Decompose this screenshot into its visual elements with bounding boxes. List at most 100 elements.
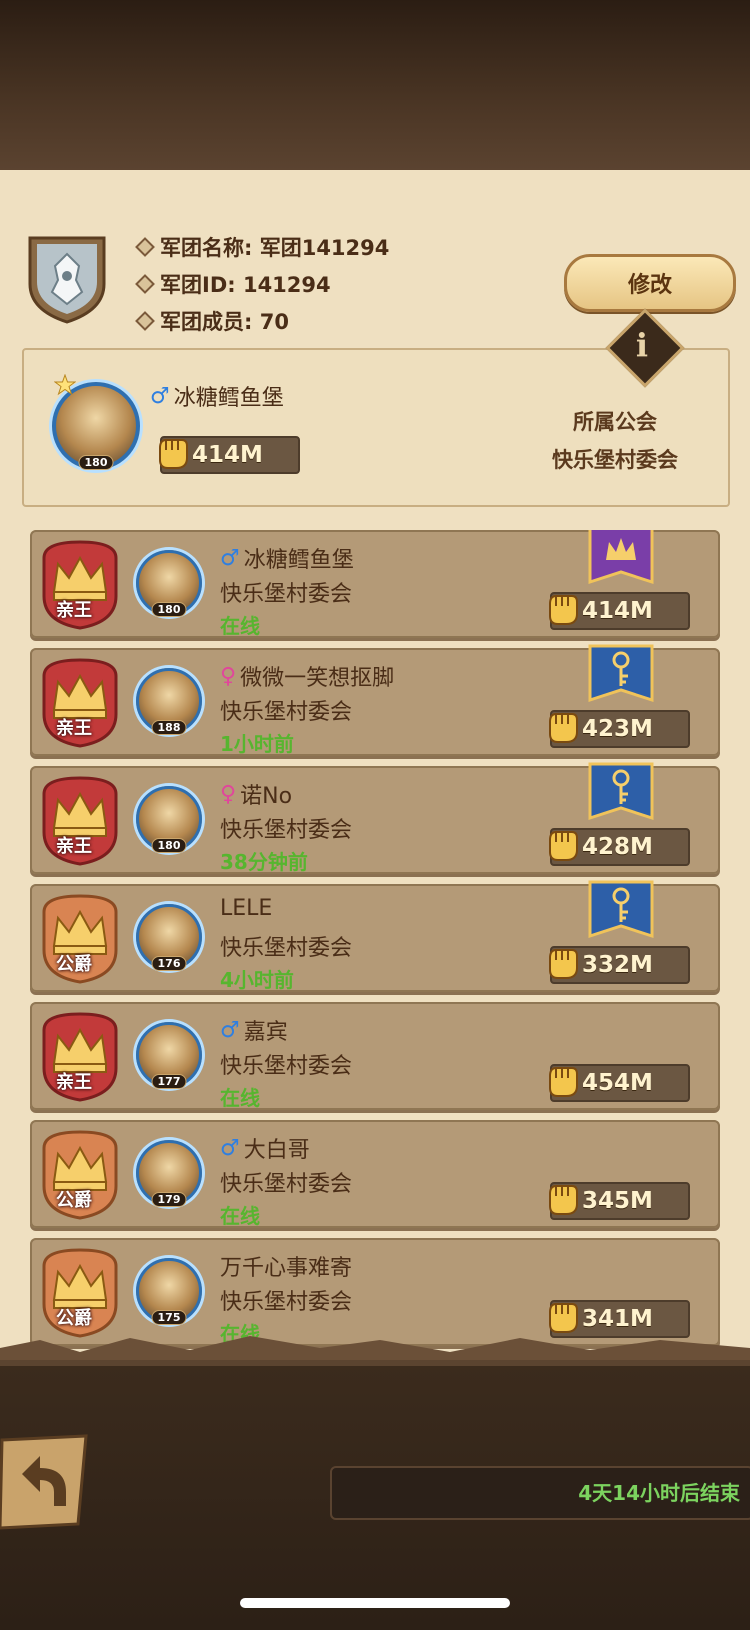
female-icon: ♀ <box>220 663 237 689</box>
rank-label: 亲王 <box>56 836 92 857</box>
member-name: 万千心事难寄 <box>220 1256 353 1281</box>
member-row[interactable]: 亲王 188 ♀ 微微一笑想抠脚快乐堡村委会 1小时前 423M <box>30 644 720 756</box>
legion-member-count: 军团成员: 70 <box>160 309 289 334</box>
member-level: 177 <box>151 1074 187 1089</box>
member-power-box: 414M <box>549 592 690 630</box>
rank-label: 亲王 <box>56 718 92 739</box>
member-name: LELE <box>220 896 273 921</box>
leader-name: 冰糖鳕鱼堡 <box>173 386 284 411</box>
diamond-bullet-icon <box>135 236 155 257</box>
fist-icon <box>549 949 578 979</box>
member-guild: 快乐堡村委会 <box>220 1290 353 1315</box>
diamond-bullet-icon <box>135 273 155 294</box>
member-avatar[interactable]: 175 <box>136 1258 202 1325</box>
member-row[interactable]: 亲王 177 ♂ 嘉宾快乐堡村委会 在线 454M <box>30 1002 720 1110</box>
member-name-line: ♂ 大白哥 <box>220 1132 310 1164</box>
member-guild: 快乐堡村委会 <box>220 582 353 607</box>
back-button[interactable] <box>0 1434 92 1530</box>
female-icon: ♀ <box>220 781 237 807</box>
member-avatar[interactable]: 177 <box>136 1022 202 1089</box>
key-banner-icon <box>588 762 654 821</box>
member-power-box: 332M <box>549 946 690 984</box>
member-guild: 快乐堡村委会 <box>220 700 353 725</box>
member-name-line: ♀ 诺No <box>220 778 292 810</box>
member-status: 4小时前 <box>220 968 294 992</box>
member-avatar[interactable]: 180 <box>136 786 202 853</box>
member-status: 在线 <box>220 614 260 638</box>
legion-id-row: 军团ID: 141294 <box>135 265 389 302</box>
member-level: 176 <box>151 956 187 971</box>
member-row[interactable]: 亲王 180 ♂ 冰糖鳕鱼堡快乐堡村委会 在线 414M <box>30 530 720 638</box>
member-name-line: ♀ 微微一笑想抠脚 <box>220 660 394 692</box>
member-power-box: 428M <box>549 828 690 866</box>
member-guild: 快乐堡村委会 <box>220 1172 353 1197</box>
info-icon: i <box>635 326 649 364</box>
member-level: 188 <box>151 720 187 735</box>
member-name: 冰糖鳕鱼堡 <box>243 548 354 573</box>
male-icon: ♂ <box>150 383 170 409</box>
leader-name-line: ♂ 冰糖鳕鱼堡 <box>150 380 284 412</box>
member-status: 38分钟前 <box>220 850 308 874</box>
member-power-box: 345M <box>549 1182 690 1220</box>
top-header-bar <box>0 0 750 174</box>
key-banner-icon <box>588 644 654 703</box>
member-level: 180 <box>151 602 187 617</box>
member-name: 大白哥 <box>243 1138 310 1163</box>
male-icon: ♂ <box>220 1017 240 1043</box>
legion-emblem-icon <box>28 236 106 324</box>
member-name: 诺No <box>240 784 293 809</box>
member-status: 在线 <box>220 1086 260 1110</box>
fist-icon <box>549 1185 578 1215</box>
member-power-box: 423M <box>549 710 690 748</box>
rank-label: 公爵 <box>56 1190 92 1211</box>
member-name-line: ♂ 冰糖鳕鱼堡 <box>220 542 354 574</box>
legion-info: 军团名称: 军团141294 军团ID: 141294 军团成员: 70 <box>135 228 390 339</box>
crown-banner-icon <box>588 530 654 585</box>
edit-button[interactable]: 修改 <box>564 254 736 312</box>
member-avatar[interactable]: 179 <box>136 1140 202 1207</box>
member-avatar[interactable]: 176 <box>136 904 202 971</box>
member-list[interactable]: 亲王 180 ♂ 冰糖鳕鱼堡 快乐堡村委会 在线 414M 亲王 188 ♀ 微微一笑想抠脚 快乐堡村… <box>0 530 750 1365</box>
rank-label: 亲王 <box>56 600 92 621</box>
guild-name: 快乐堡村委会 <box>552 448 678 472</box>
member-power: 345M <box>582 1188 653 1214</box>
member-guild: 快乐堡村委会 <box>220 1054 353 1079</box>
member-avatar[interactable]: 180 <box>136 550 202 617</box>
member-level: 179 <box>151 1192 187 1207</box>
legion-name: 军团名称: 军团141294 <box>160 235 390 260</box>
member-name: 嘉宾 <box>243 1020 288 1045</box>
member-avatar[interactable]: 188 <box>136 668 202 735</box>
rank-label: 公爵 <box>56 954 92 975</box>
member-name: 微微一笑想抠脚 <box>240 666 395 691</box>
guild-label: 所属公会 <box>573 410 657 434</box>
member-status: 在线 <box>220 1204 260 1228</box>
member-row[interactable]: 公爵 176 LELE 快乐堡村委会 4小时前 332M <box>30 880 720 992</box>
member-name-line: 万千心事难寄 <box>220 1250 352 1282</box>
timer-box: 4天14小时后结束 <box>330 1466 750 1520</box>
member-guild: 快乐堡村委会 <box>220 936 353 961</box>
member-level: 175 <box>151 1310 187 1325</box>
member-row[interactable]: 亲王 180 ♀ 诺No 快乐堡村委会 38分钟前 428M <box>30 762 720 874</box>
member-level: 180 <box>151 838 187 853</box>
rank-label: 公爵 <box>56 1308 92 1329</box>
diamond-bullet-icon <box>135 310 155 331</box>
fist-icon <box>549 1067 578 1097</box>
leader-power: 414M <box>192 442 263 468</box>
home-indicator[interactable] <box>240 1598 510 1608</box>
legion-name-row: 军团名称: 军团141294 <box>135 228 390 265</box>
member-name-line: ♂ 嘉宾 <box>220 1014 288 1046</box>
member-row[interactable]: 公爵 179 ♂ 大白哥快乐堡村委会 在线 345M <box>30 1120 720 1228</box>
legion-members-row: 军团成员: 70 <box>135 302 389 339</box>
member-power: 423M <box>582 716 653 742</box>
member-power: 414M <box>582 598 653 624</box>
fist-icon <box>549 713 578 743</box>
male-icon: ♂ <box>220 545 240 571</box>
member-power: 428M <box>582 834 653 860</box>
member-status: 1小时前 <box>220 732 294 756</box>
member-name-line: LELE <box>220 896 272 921</box>
member-power-box: 454M <box>549 1064 690 1102</box>
countdown-text: 4天14小时后结束 <box>578 1481 740 1505</box>
fist-icon <box>549 831 578 861</box>
rank-label: 亲王 <box>56 1072 92 1093</box>
leader-power-box: 414M <box>159 436 300 474</box>
